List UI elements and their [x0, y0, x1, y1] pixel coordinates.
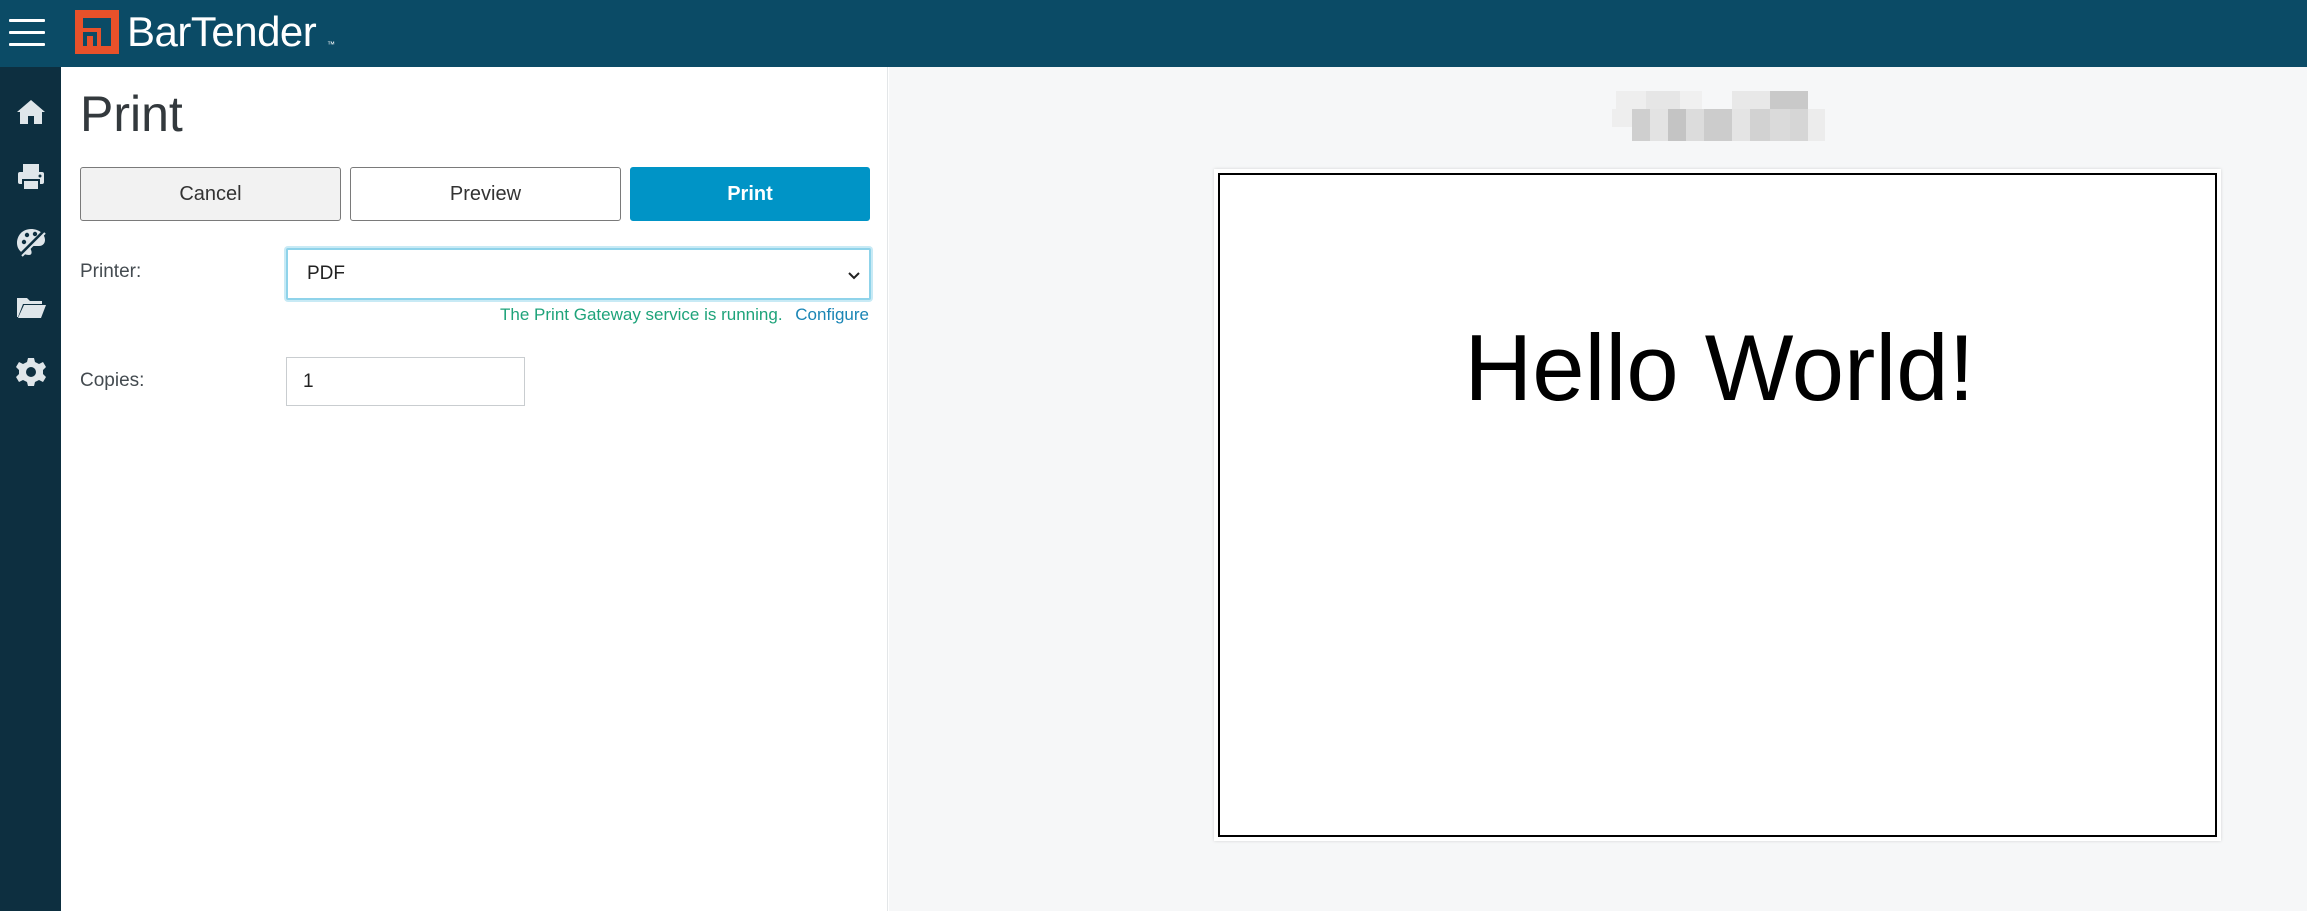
brand-name: BarTender	[127, 8, 317, 55]
preview-area: Hello World!	[889, 67, 2307, 911]
top-bar: BarTender ™	[0, 0, 2307, 67]
print-panel: Print Cancel Preview Print Printer: PDF …	[61, 67, 888, 911]
nav-home[interactable]	[0, 84, 61, 140]
nav-files[interactable]	[0, 279, 61, 335]
folder-icon	[16, 298, 46, 318]
home-icon	[16, 100, 45, 124]
nav-design[interactable]	[0, 214, 61, 270]
configure-link[interactable]: Configure	[795, 305, 869, 324]
page-title: Print	[80, 86, 183, 142]
design-icon	[16, 229, 46, 257]
gear-icon	[15, 358, 46, 386]
brand-trademark: ™	[327, 40, 335, 49]
label-preview: Hello World!	[1214, 169, 2221, 841]
copies-input[interactable]: 1	[286, 357, 525, 406]
gateway-status: The Print Gateway service is running. Co…	[500, 305, 869, 325]
cancel-button[interactable]: Cancel	[80, 167, 341, 221]
bartender-logo-icon	[75, 10, 119, 54]
label-canvas: Hello World!	[1218, 173, 2217, 837]
hamburger-menu-icon[interactable]	[7, 13, 47, 53]
printer-select-value: PDF	[307, 263, 345, 284]
preview-button[interactable]: Preview	[350, 167, 621, 221]
nav-settings[interactable]	[0, 344, 61, 400]
nav-print[interactable]	[0, 149, 61, 205]
print-button[interactable]: Print	[630, 167, 870, 221]
chevron-down-icon	[848, 272, 860, 280]
printer-icon	[17, 164, 44, 191]
copies-label: Copies:	[80, 370, 145, 391]
left-nav-rail	[0, 67, 61, 911]
redacted-title-image	[1612, 88, 1825, 143]
printer-select[interactable]: PDF	[286, 248, 871, 300]
printer-label: Printer:	[80, 261, 142, 282]
label-text: Hello World!	[1464, 315, 1975, 420]
gateway-status-text: The Print Gateway service is running.	[500, 305, 783, 324]
